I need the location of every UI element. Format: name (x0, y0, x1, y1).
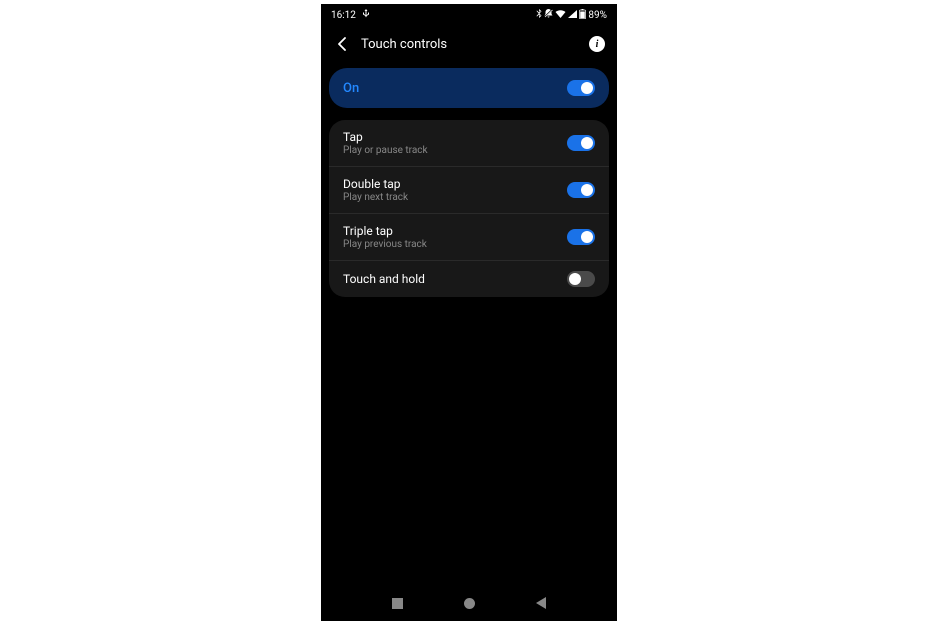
back-button[interactable] (333, 36, 349, 52)
setting-title: Tap (343, 130, 428, 144)
toggle-tap[interactable] (567, 135, 595, 151)
status-time: 16:12 (331, 10, 356, 21)
usb-icon (362, 9, 370, 22)
dnd-icon (544, 9, 553, 21)
page-title: Touch controls (361, 37, 577, 52)
phone-screen: 16:12 89% Tou (321, 4, 617, 621)
setting-text: Tap Play or pause track (343, 130, 428, 156)
status-left: 16:12 (331, 9, 370, 22)
setting-title: Triple tap (343, 224, 427, 238)
nav-home-button[interactable] (464, 598, 475, 609)
setting-row-tap[interactable]: Tap Play or pause track (329, 120, 609, 167)
nav-recent-button[interactable] (392, 598, 403, 609)
nav-back-button[interactable] (536, 597, 546, 609)
setting-description: Play previous track (343, 239, 427, 250)
setting-title: Touch and hold (343, 272, 425, 286)
master-toggle-label: On (343, 81, 359, 96)
battery-icon (579, 9, 586, 22)
setting-text: Double tap Play next track (343, 177, 408, 203)
setting-description: Play next track (343, 192, 408, 203)
setting-text: Touch and hold (343, 272, 425, 286)
toggle-triple-tap[interactable] (567, 229, 595, 245)
status-bar: 16:12 89% (321, 4, 617, 26)
settings-panel: Tap Play or pause track Double tap Play … (329, 120, 609, 297)
signal-icon (568, 10, 577, 21)
toggle-knob (581, 137, 593, 149)
setting-title: Double tap (343, 177, 408, 191)
setting-row-double-tap[interactable]: Double tap Play next track (329, 167, 609, 214)
master-toggle-row[interactable]: On (329, 68, 609, 108)
battery-percent: 89% (588, 10, 607, 21)
bluetooth-icon (536, 9, 542, 21)
toggle-knob (581, 184, 593, 196)
setting-row-touch-hold[interactable]: Touch and hold (329, 261, 609, 297)
master-toggle-switch[interactable] (567, 80, 595, 96)
navigation-bar (321, 585, 617, 621)
toggle-knob (581, 231, 593, 243)
setting-text: Triple tap Play previous track (343, 224, 427, 250)
toggle-touch-hold[interactable] (567, 271, 595, 287)
setting-description: Play or pause track (343, 145, 428, 156)
content-area: On Tap Play or pause track Double tap Pl… (321, 62, 617, 303)
toggle-knob (581, 82, 593, 94)
app-header: Touch controls i (321, 26, 617, 62)
toggle-knob (569, 273, 581, 285)
status-right: 89% (536, 9, 607, 22)
toggle-double-tap[interactable] (567, 182, 595, 198)
info-button[interactable]: i (589, 36, 605, 52)
setting-row-triple-tap[interactable]: Triple tap Play previous track (329, 214, 609, 261)
wifi-icon (555, 10, 566, 21)
